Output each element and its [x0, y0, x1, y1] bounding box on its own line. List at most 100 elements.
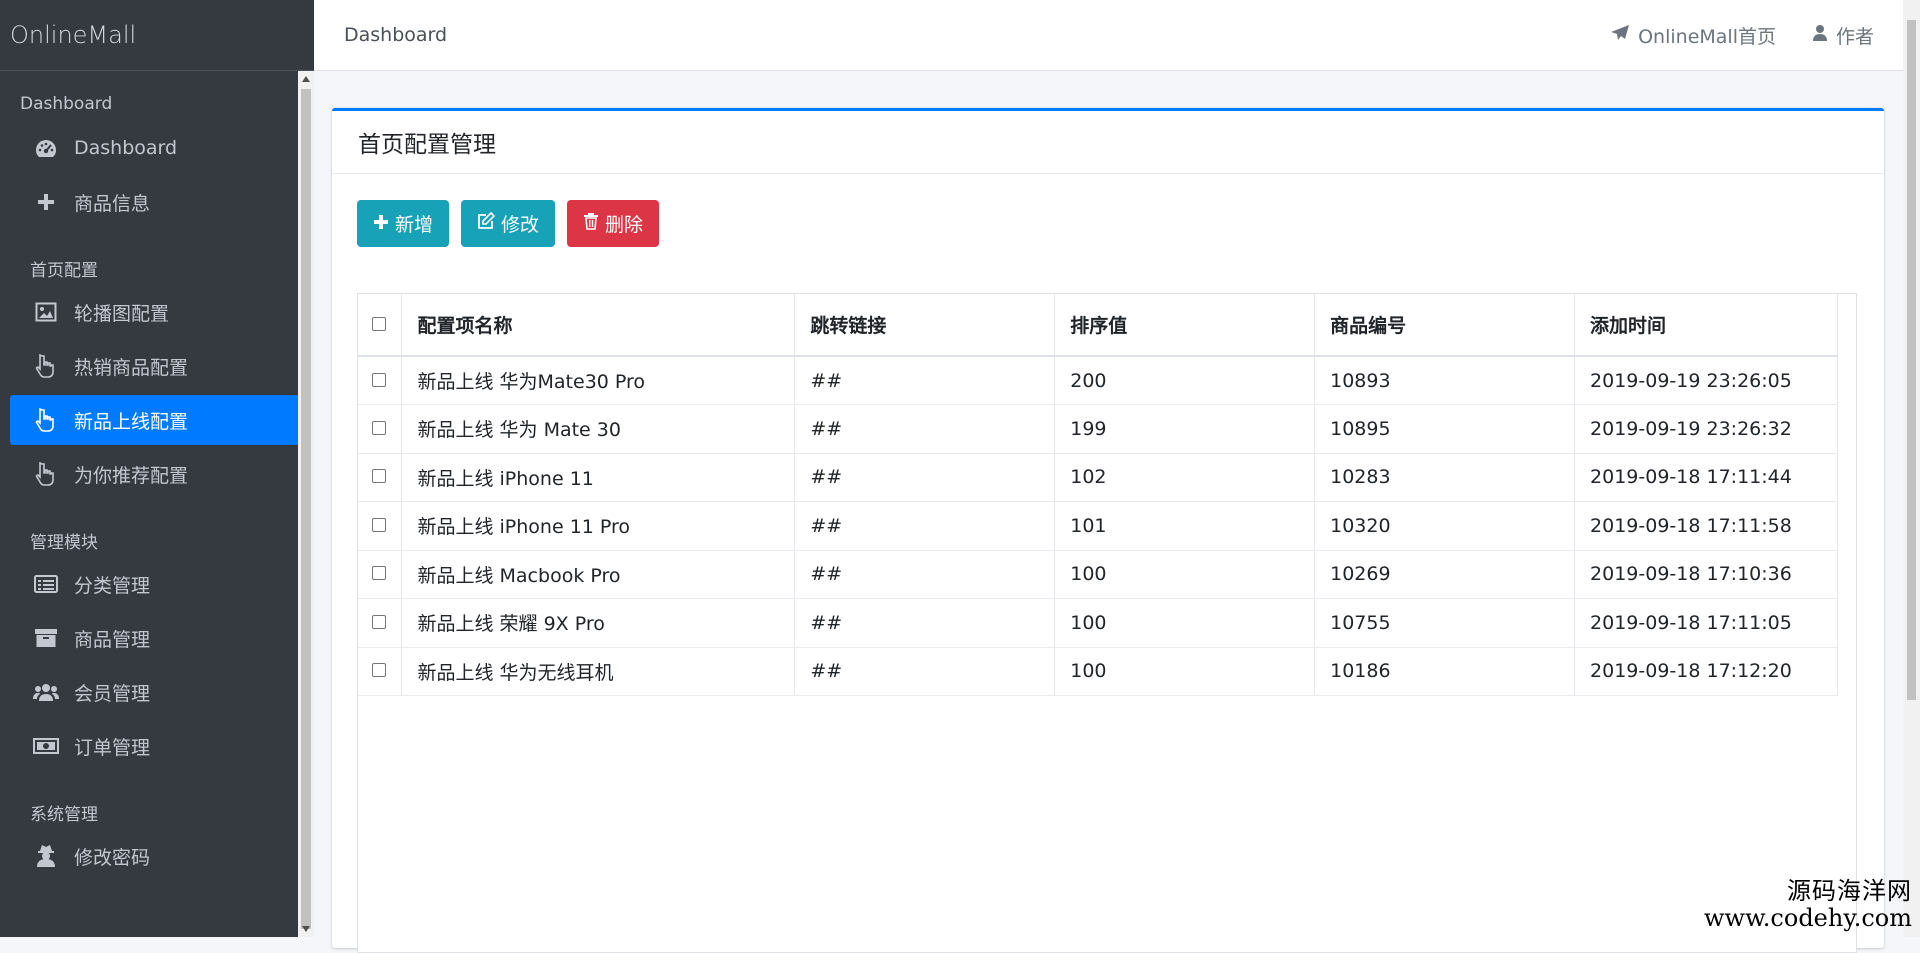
add-button-label: 新增 [395, 210, 433, 237]
row-checkbox[interactable] [372, 663, 386, 677]
home-link[interactable]: OnlineMall首页 [1610, 22, 1776, 49]
hand-pointer-icon [32, 462, 60, 486]
table-row[interactable]: 新品上线 iPhone 11 ## 102 10283 2019-09-18 1… [358, 453, 1838, 502]
tachometer-icon [32, 136, 60, 160]
author-link[interactable]: 作者 [1812, 22, 1874, 49]
sidebar-item-label: 会员管理 [74, 679, 150, 706]
table-row[interactable]: 新品上线 荣耀 9X Pro ## 100 10755 2019-09-18 1… [358, 599, 1838, 648]
cell-link: ## [795, 453, 1055, 502]
row-checkbox[interactable] [372, 373, 386, 387]
column-header-goods-id[interactable]: 商品编号 [1315, 294, 1575, 356]
brand-logo[interactable]: OnlineMall [0, 0, 314, 71]
edit-button[interactable]: 修改 [461, 200, 555, 247]
delete-button[interactable]: 删除 [567, 200, 659, 247]
table-header-row: 配置项名称 跳转链接 排序值 商品编号 添加时间 [358, 294, 1838, 356]
image-icon [32, 300, 60, 324]
cell-created: 2019-09-18 17:11:44 [1575, 453, 1838, 502]
cell-name: 新品上线 华为 Mate 30 [402, 405, 795, 454]
column-header-name[interactable]: 配置项名称 [402, 294, 795, 356]
row-select-cell [358, 550, 402, 599]
add-button[interactable]: 新增 [357, 200, 449, 247]
row-checkbox[interactable] [372, 469, 386, 483]
sidebar-item-members[interactable]: 会员管理 [10, 667, 304, 717]
row-checkbox[interactable] [372, 615, 386, 629]
column-header-sort[interactable]: 排序值 [1055, 294, 1315, 356]
sidebar-item-label: 轮播图配置 [74, 299, 169, 326]
breadcrumb[interactable]: Dashboard [344, 24, 447, 46]
table-row[interactable]: 新品上线 iPhone 11 Pro ## 101 10320 2019-09-… [358, 502, 1838, 551]
sidebar-item-label: 商品信息 [74, 189, 150, 216]
paper-plane-icon [1610, 24, 1630, 47]
cell-link: ## [795, 405, 1055, 454]
page-scroll-thumb[interactable] [1907, 20, 1916, 700]
select-all-checkbox[interactable] [372, 317, 386, 331]
cell-goods-id: 10755 [1315, 599, 1575, 648]
toolbar: 新增 修改 删除 [332, 174, 1884, 247]
scroll-down-icon[interactable] [302, 926, 310, 932]
row-select-cell [358, 502, 402, 551]
card-title: 首页配置管理 [332, 111, 1884, 174]
edit-icon [477, 212, 495, 235]
row-checkbox[interactable] [372, 518, 386, 532]
config-table: 配置项名称 跳转链接 排序值 商品编号 添加时间 新品上线 华为Mate30 P… [358, 294, 1838, 696]
cell-goods-id: 10186 [1315, 647, 1575, 696]
nav-header-dashboard: Dashboard [0, 87, 314, 121]
edit-button-label: 修改 [501, 210, 539, 237]
sidebar-scroll-thumb[interactable] [301, 89, 311, 929]
row-select-cell [358, 647, 402, 696]
table-row[interactable]: 新品上线 华为无线耳机 ## 100 10186 2019-09-18 17:1… [358, 647, 1838, 696]
cell-name: 新品上线 iPhone 11 Pro [402, 502, 795, 551]
cell-goods-id: 10283 [1315, 453, 1575, 502]
cell-sort: 100 [1055, 550, 1315, 599]
row-checkbox[interactable] [372, 566, 386, 580]
plus-icon [32, 190, 60, 214]
table-row[interactable]: 新品上线 华为Mate30 Pro ## 200 10893 2019-09-1… [358, 356, 1838, 405]
cell-created: 2019-09-19 23:26:05 [1575, 356, 1838, 405]
sidebar-item-label: 新品上线配置 [74, 407, 188, 434]
sidebar-item-orders[interactable]: 订单管理 [10, 721, 304, 771]
table-row[interactable]: 新品上线 Macbook Pro ## 100 10269 2019-09-18… [358, 550, 1838, 599]
users-icon [32, 680, 60, 704]
cell-name: 新品上线 荣耀 9X Pro [402, 599, 795, 648]
cell-link: ## [795, 599, 1055, 648]
row-checkbox[interactable] [372, 421, 386, 435]
sidebar-item-category[interactable]: 分类管理 [10, 559, 304, 609]
row-select-cell [358, 453, 402, 502]
sidebar-item-new-config[interactable]: 新品上线配置 [10, 395, 304, 445]
sidebar-item-carousel-config[interactable]: 轮播图配置 [10, 287, 304, 337]
cell-link: ## [795, 502, 1055, 551]
sidebar-item-goods[interactable]: 商品管理 [10, 613, 304, 663]
page-scrollbar[interactable] [1903, 0, 1920, 937]
row-select-cell [358, 356, 402, 405]
column-header-created[interactable]: 添加时间 [1575, 294, 1838, 356]
cell-sort: 101 [1055, 502, 1315, 551]
column-header-link[interactable]: 跳转链接 [795, 294, 1055, 356]
cell-link: ## [795, 647, 1055, 696]
sidebar-item-recommend-config[interactable]: 为你推荐配置 [10, 449, 304, 499]
archive-icon [32, 626, 60, 650]
sidebar-item-change-password[interactable]: 修改密码 [10, 831, 304, 881]
cell-name: 新品上线 华为无线耳机 [402, 647, 795, 696]
cell-sort: 200 [1055, 356, 1315, 405]
config-card: 首页配置管理 新增 修改 删除 配置项名称 跳转链接 排序值 商品编号 [332, 108, 1884, 948]
cell-sort: 102 [1055, 453, 1315, 502]
nav-header-system: 系统管理 [0, 795, 314, 829]
sidebar-scrollbar[interactable] [298, 71, 314, 937]
user-secret-icon [32, 844, 60, 868]
row-select-cell [358, 599, 402, 648]
trash-icon [583, 212, 599, 235]
cell-sort: 100 [1055, 647, 1315, 696]
row-select-cell [358, 405, 402, 454]
sidebar-item-product-info[interactable]: 商品信息 [10, 177, 304, 227]
hand-pointer-icon [32, 408, 60, 432]
scroll-up-icon[interactable] [302, 76, 310, 82]
money-icon [32, 734, 60, 758]
cell-goods-id: 10320 [1315, 502, 1575, 551]
sidebar-item-hot-config[interactable]: 热销商品配置 [10, 341, 304, 391]
cell-goods-id: 10269 [1315, 550, 1575, 599]
plus-icon [373, 213, 389, 235]
select-all-cell [358, 294, 402, 356]
sidebar-item-dashboard[interactable]: Dashboard [10, 123, 304, 173]
cell-sort: 199 [1055, 405, 1315, 454]
table-row[interactable]: 新品上线 华为 Mate 30 ## 199 10895 2019-09-19 … [358, 405, 1838, 454]
